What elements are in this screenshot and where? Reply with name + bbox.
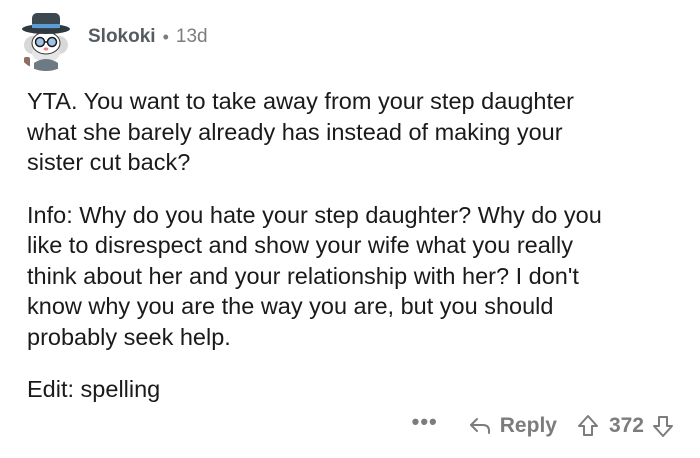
reply-button[interactable]: Reply (468, 414, 557, 438)
reply-label: Reply (499, 414, 557, 437)
comment-header: Slokoki • 13d (14, 6, 208, 72)
vote-controls: 372 (577, 414, 674, 438)
comment-actions: ••• Reply 372 (412, 408, 674, 444)
comment-body: YTA. You want to take away from your ste… (27, 86, 682, 405)
more-options-button[interactable]: ••• (412, 411, 438, 441)
comment-paragraph: Info: Why do you hate your step daughter… (27, 201, 602, 350)
username[interactable]: Slokoki (88, 26, 156, 48)
comment-paragraph: YTA. You want to take away from your ste… (27, 88, 574, 175)
comment-paragraph: Edit: spelling (27, 376, 161, 402)
reply-arrow-icon (468, 416, 492, 436)
user-avatar[interactable] (14, 7, 78, 71)
upvote-arrow-icon[interactable] (577, 414, 599, 438)
vote-score: 372 (608, 414, 644, 437)
meta-separator: • (162, 26, 169, 47)
downvote-arrow-icon[interactable] (652, 414, 674, 438)
comment-age: 13d (175, 26, 208, 47)
comment: Slokoki • 13d YTA. You want to take away… (0, 0, 700, 458)
comment-meta: Slokoki • 13d (88, 26, 208, 48)
snoo-avatar-icon (14, 7, 78, 71)
